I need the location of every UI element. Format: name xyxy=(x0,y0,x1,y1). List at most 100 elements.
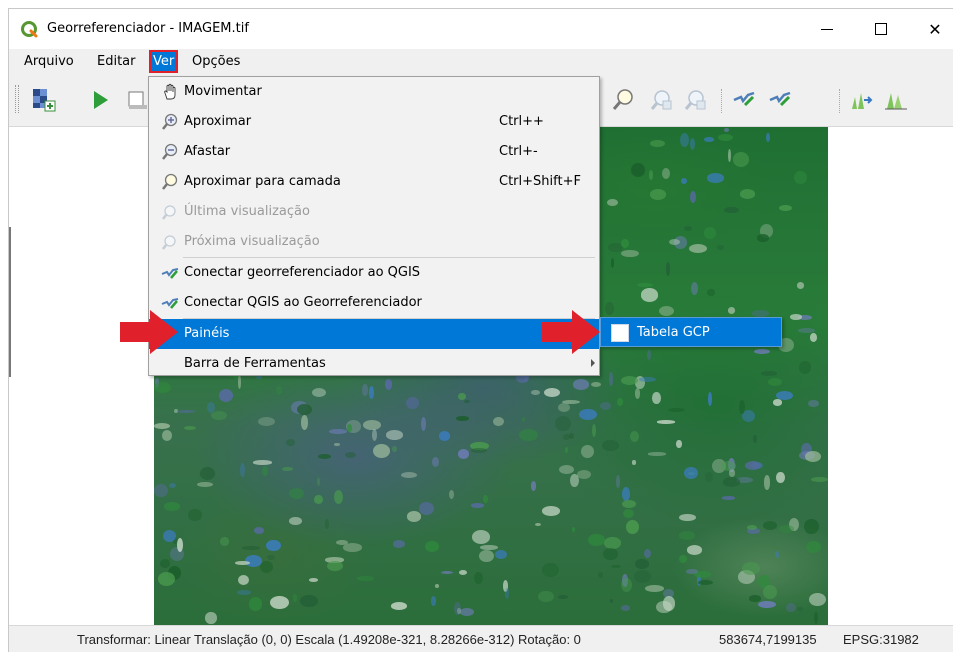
zoom-next-icon[interactable] xyxy=(683,87,709,113)
minimize-button[interactable] xyxy=(804,9,850,49)
image-texture xyxy=(248,597,263,611)
menu-item-aproximar[interactable]: Aproximar Ctrl++ xyxy=(149,107,599,137)
image-texture xyxy=(183,426,197,431)
qgis-icon xyxy=(21,21,38,38)
image-texture xyxy=(796,282,805,289)
close-icon: ✕ xyxy=(928,19,942,39)
image-texture xyxy=(669,238,681,245)
image-texture xyxy=(580,444,594,458)
image-texture xyxy=(286,439,295,447)
image-texture xyxy=(620,239,629,248)
image-texture xyxy=(806,541,822,554)
image-texture xyxy=(317,453,332,459)
image-texture xyxy=(314,495,323,504)
title-bar: Georreferenciador - IMAGEM.tif ✕ xyxy=(9,9,953,49)
menu-item-paineis[interactable]: Painéis xyxy=(149,319,599,349)
image-texture xyxy=(325,518,329,529)
link-qgis-to-georef-icon[interactable] xyxy=(767,87,793,113)
image-texture xyxy=(649,139,665,148)
coordinates-status: 583674,7199135 xyxy=(719,632,817,647)
image-texture xyxy=(530,389,541,396)
menu-item-proxima-visualizacao[interactable]: Próxima visualização xyxy=(149,227,599,257)
image-texture xyxy=(804,519,819,534)
local-histogram-stretch-icon[interactable] xyxy=(883,87,909,113)
start-georeferencing-icon[interactable] xyxy=(87,87,113,113)
image-texture xyxy=(572,378,590,390)
image-texture xyxy=(464,399,471,404)
submenu-arrow-icon xyxy=(591,359,595,367)
image-texture xyxy=(686,568,698,574)
image-texture xyxy=(633,570,651,583)
menu-item-shortcut: Ctrl+Shift+F xyxy=(499,174,581,189)
image-texture xyxy=(794,170,807,184)
image-texture xyxy=(622,500,637,509)
link-georef-to-qgis-icon[interactable] xyxy=(731,87,757,113)
menu-item-afastar[interactable]: Afastar Ctrl+- xyxy=(149,137,599,167)
image-texture xyxy=(390,601,408,610)
image-texture xyxy=(333,442,340,447)
image-texture xyxy=(474,572,483,585)
crs-status[interactable]: EPSG:31982 xyxy=(843,632,919,647)
toolbar-grip[interactable] xyxy=(15,85,19,113)
image-texture xyxy=(544,388,560,398)
image-texture xyxy=(690,282,698,296)
zoom-in-icon xyxy=(162,113,178,130)
image-texture xyxy=(649,189,666,200)
image-texture xyxy=(661,167,670,179)
image-texture xyxy=(679,513,697,522)
close-button[interactable]: ✕ xyxy=(912,9,953,49)
gcp-table-checkbox[interactable] xyxy=(611,324,629,342)
image-texture xyxy=(308,577,319,583)
menu-editar[interactable]: Editar xyxy=(94,52,139,72)
image-texture xyxy=(708,392,713,407)
image-texture xyxy=(689,243,707,253)
image-texture xyxy=(369,385,375,400)
image-texture xyxy=(288,488,304,499)
menu-ver[interactable]: Ver xyxy=(149,50,179,73)
image-texture xyxy=(727,148,731,162)
zoom-to-layer-icon[interactable] xyxy=(611,87,637,113)
image-texture xyxy=(638,376,656,383)
maximize-button[interactable] xyxy=(858,9,904,49)
image-texture xyxy=(439,430,451,441)
menu-item-conectar-qgis-georref[interactable]: Conectar QGIS ao Georreferenciador xyxy=(149,288,599,318)
image-texture xyxy=(154,484,168,498)
image-texture xyxy=(282,467,294,471)
view-menu-dropdown: Movimentar Aproximar Ctrl++ Afastar Ctrl… xyxy=(148,76,600,376)
image-texture xyxy=(704,227,717,239)
image-texture xyxy=(797,328,815,334)
image-texture xyxy=(762,521,777,530)
menu-item-movimentar[interactable]: Movimentar xyxy=(149,77,599,107)
menu-item-label: Última visualização xyxy=(184,204,310,219)
image-texture xyxy=(162,430,173,441)
image-texture xyxy=(541,562,559,577)
menu-opcoes[interactable]: Opções xyxy=(189,52,243,72)
image-texture xyxy=(762,585,777,599)
image-texture xyxy=(425,541,440,552)
image-texture xyxy=(311,387,327,398)
image-texture xyxy=(240,462,246,477)
image-texture xyxy=(470,448,487,453)
menu-item-barra-de-ferramentas[interactable]: Barra de Ferramentas xyxy=(149,349,599,379)
menu-item-conectar-georref-qgis[interactable]: Conectar georreferenciador ao QGIS xyxy=(149,258,599,288)
image-texture xyxy=(753,434,757,444)
menu-item-ultima-visualizacao[interactable]: Última visualização xyxy=(149,197,599,227)
zoom-last-icon[interactable] xyxy=(649,87,675,113)
image-texture xyxy=(458,392,466,400)
image-texture xyxy=(177,410,196,414)
image-texture xyxy=(480,545,498,551)
canvas-edge xyxy=(9,227,11,377)
image-texture xyxy=(362,419,381,430)
add-raster-icon[interactable] xyxy=(31,87,57,113)
full-histogram-stretch-icon[interactable] xyxy=(849,87,875,113)
image-texture xyxy=(779,524,795,533)
menu-arquivo[interactable]: Arquivo xyxy=(21,52,77,72)
image-texture xyxy=(357,576,375,581)
image-texture xyxy=(703,137,714,142)
menu-item-aproximar-para-camada[interactable]: Aproximar para camada Ctrl+Shift+F xyxy=(149,167,599,197)
menu-item-shortcut: Ctrl+- xyxy=(499,144,538,159)
menu-item-label: Barra de Ferramentas xyxy=(184,356,326,371)
image-texture xyxy=(648,452,666,456)
window-title: Georreferenciador - IMAGEM.tif xyxy=(47,21,249,36)
submenu-item-tabela-gcp[interactable]: Tabela GCP xyxy=(601,318,781,346)
